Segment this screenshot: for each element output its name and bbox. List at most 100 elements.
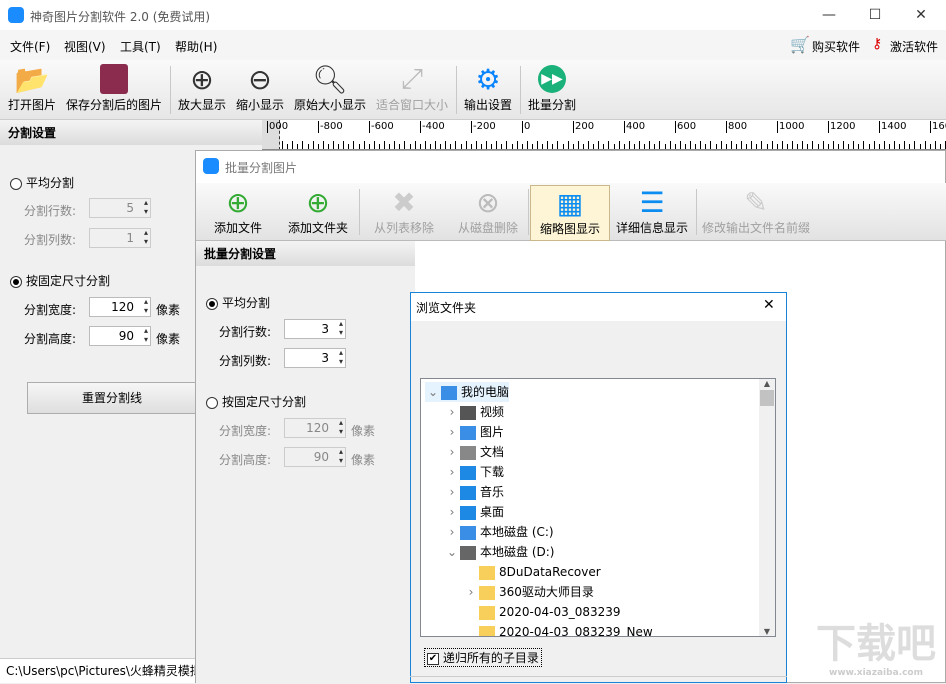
gear-icon: ⚙ [475,62,501,96]
width-spinner[interactable]: 120 [89,297,151,317]
output-settings-button[interactable]: ⚙ 输出设置 [460,62,516,118]
tree-item[interactable]: › 360驱动大师目录 [463,582,594,602]
fixed-size-radio[interactable]: 按固定尺寸分割 [10,272,110,289]
tree-item[interactable]: › 下载 [444,462,504,482]
ruler-tick [644,144,646,149]
recursive-checkbox[interactable]: ✔ 递归所有的子目录 [424,648,542,667]
ruler-tick [526,141,528,149]
ruler-tick [348,144,350,149]
key-icon: ⚷ [872,36,883,52]
expand-chevron-icon[interactable]: › [444,462,460,482]
expand-chevron-icon[interactable]: › [444,442,460,462]
ruler-tick [327,144,329,149]
original-size-button[interactable]: 🔍︎ 原始大小显示 [290,62,370,118]
zoom-out-button[interactable]: ⊖ 缩小显示 [232,62,288,118]
tree-item[interactable]: › 本地磁盘 (C:) [444,522,554,542]
ruler-tick [516,141,518,149]
expand-chevron-icon[interactable]: › [463,582,479,602]
drive-icon [460,445,476,460]
menu-view[interactable]: 视图(V) [64,38,106,55]
reset-lines-button[interactable]: 重置分割线 [27,382,197,414]
ruler-tick [812,141,814,149]
batch-width-spinner[interactable]: 120 [284,418,346,438]
expand-chevron-icon[interactable]: › [444,482,460,502]
main-toolbar: 📂 打开图片 保存分割后的图片 ⊕ 放大显示 ⊖ 缩小显示 🔍︎ 原始大小显示 ⤢ 适合窗… [0,60,946,120]
open-image-button[interactable]: 📂 打开图片 [4,62,60,118]
expand-chevron-icon[interactable]: ⌄ [444,542,460,562]
menu-help[interactable]: 帮助(H) [175,38,217,55]
ruler-tick [486,141,487,149]
ruler-tick [475,141,477,149]
height-spinner[interactable]: 90 [89,326,151,346]
batch-height-spinner[interactable]: 90 [284,447,346,467]
ruler-tick [853,141,855,149]
rename-prefix-button[interactable]: ✎ 修改输出文件名前缀 [700,185,812,241]
ruler-tick [414,141,416,149]
ruler-tick [429,144,431,149]
ruler-tick [863,141,865,149]
batch-split-button[interactable]: ▶▶ 批量分割 [524,62,580,118]
expand-chevron-icon[interactable]: ⌄ [425,382,441,402]
batch-rows-spinner[interactable]: 3 [284,319,346,339]
ruler-tick [557,141,559,149]
ruler-tick [741,141,742,149]
ruler-tick [287,144,289,149]
tree-item[interactable]: ⌄ 我的电脑 [425,382,510,402]
tree-item[interactable]: ⌄ 本地磁盘 (D:) [444,542,554,562]
scroll-thumb[interactable] [760,390,774,406]
menu-file[interactable]: 文件(F) [10,38,50,55]
ruler-tick [333,141,334,149]
tree-label: 2020-04-03_083239_New [499,625,653,637]
ruler-tick [659,141,661,149]
ruler-tick [781,141,783,149]
thumbnail-view-button[interactable]: ▦ 缩略图显示 [530,185,610,241]
browse-close-button[interactable]: ✕ [763,297,775,313]
detail-view-button[interactable]: ☰ 详细信息显示 [612,185,692,241]
zoom-in-button[interactable]: ⊕ 放大显示 [174,62,230,118]
tree-item[interactable]: › 桌面 [444,502,504,522]
expand-chevron-icon[interactable]: › [444,502,460,522]
folder-tree[interactable]: ⌄ 我的电脑 › 视频 › 图片 › 文档 › 下载 › 音乐 › 桌面 › 本地磁盘 (C:) ⌄ 本地磁盘 (… [420,378,776,637]
batch-fixed-radio[interactable]: 按固定尺寸分割 [206,393,306,410]
fit-window-button[interactable]: ⤢ 适合窗口大小 [372,62,452,118]
tree-item[interactable]: › 视频 [444,402,504,422]
ruler-tick [807,144,809,149]
expand-chevron-icon[interactable]: › [444,422,460,442]
ruler-tick [837,144,839,149]
drive-icon [460,525,476,540]
expand-chevron-icon[interactable]: › [444,522,460,542]
remove-from-list-button[interactable]: ✖ 从列表移除 [366,185,442,241]
rows-spinner[interactable]: 5 [89,198,151,218]
ruler-tick [598,141,600,149]
tree-item[interactable]: › 音乐 [444,482,504,502]
add-folder-button[interactable]: ⊕ 添加文件夹 [282,185,354,241]
add-file-button[interactable]: ⊕ 添加文件 [202,185,274,241]
ruler-tick [282,141,283,149]
tree-item[interactable]: 8DuDataRecover [463,562,601,582]
zoom-out-icon: ⊖ [248,62,272,96]
expand-chevron-icon[interactable]: › [444,402,460,422]
minimize-button[interactable]: — [806,0,852,30]
tree-item[interactable]: › 图片 [444,422,504,442]
delete-from-disk-button[interactable]: ⊗ 从磁盘删除 [448,185,528,241]
batch-cols-spinner[interactable]: 3 [284,348,346,368]
buy-link[interactable]: 购买软件 [812,38,860,55]
batch-panel-header: 批量分割设置 [196,241,415,266]
tree-item[interactable]: › 文档 [444,442,504,462]
batch-even-radio[interactable]: 平均分割 [206,294,270,311]
drive-icon [460,545,476,560]
tree-scrollbar[interactable]: ▲ ▼ [759,379,775,636]
save-split-button[interactable]: 保存分割后的图片 [64,62,164,118]
ruler-tick [776,144,778,149]
ruler-tick [725,144,727,149]
label: 从列表移除 [373,221,434,235]
ruler-tick [832,141,834,149]
tree-item[interactable]: 2020-04-03_083239 [463,602,621,622]
activate-link[interactable]: 激活软件 [890,38,938,55]
even-split-radio[interactable]: 平均分割 [10,174,74,191]
menu-tools[interactable]: 工具(T) [120,38,161,55]
maximize-button[interactable]: ☐ [852,0,898,30]
tree-item[interactable]: 2020-04-03_083239_New [463,622,653,637]
close-button[interactable]: ✕ [898,0,944,30]
cols-spinner[interactable]: 1 [89,228,151,248]
